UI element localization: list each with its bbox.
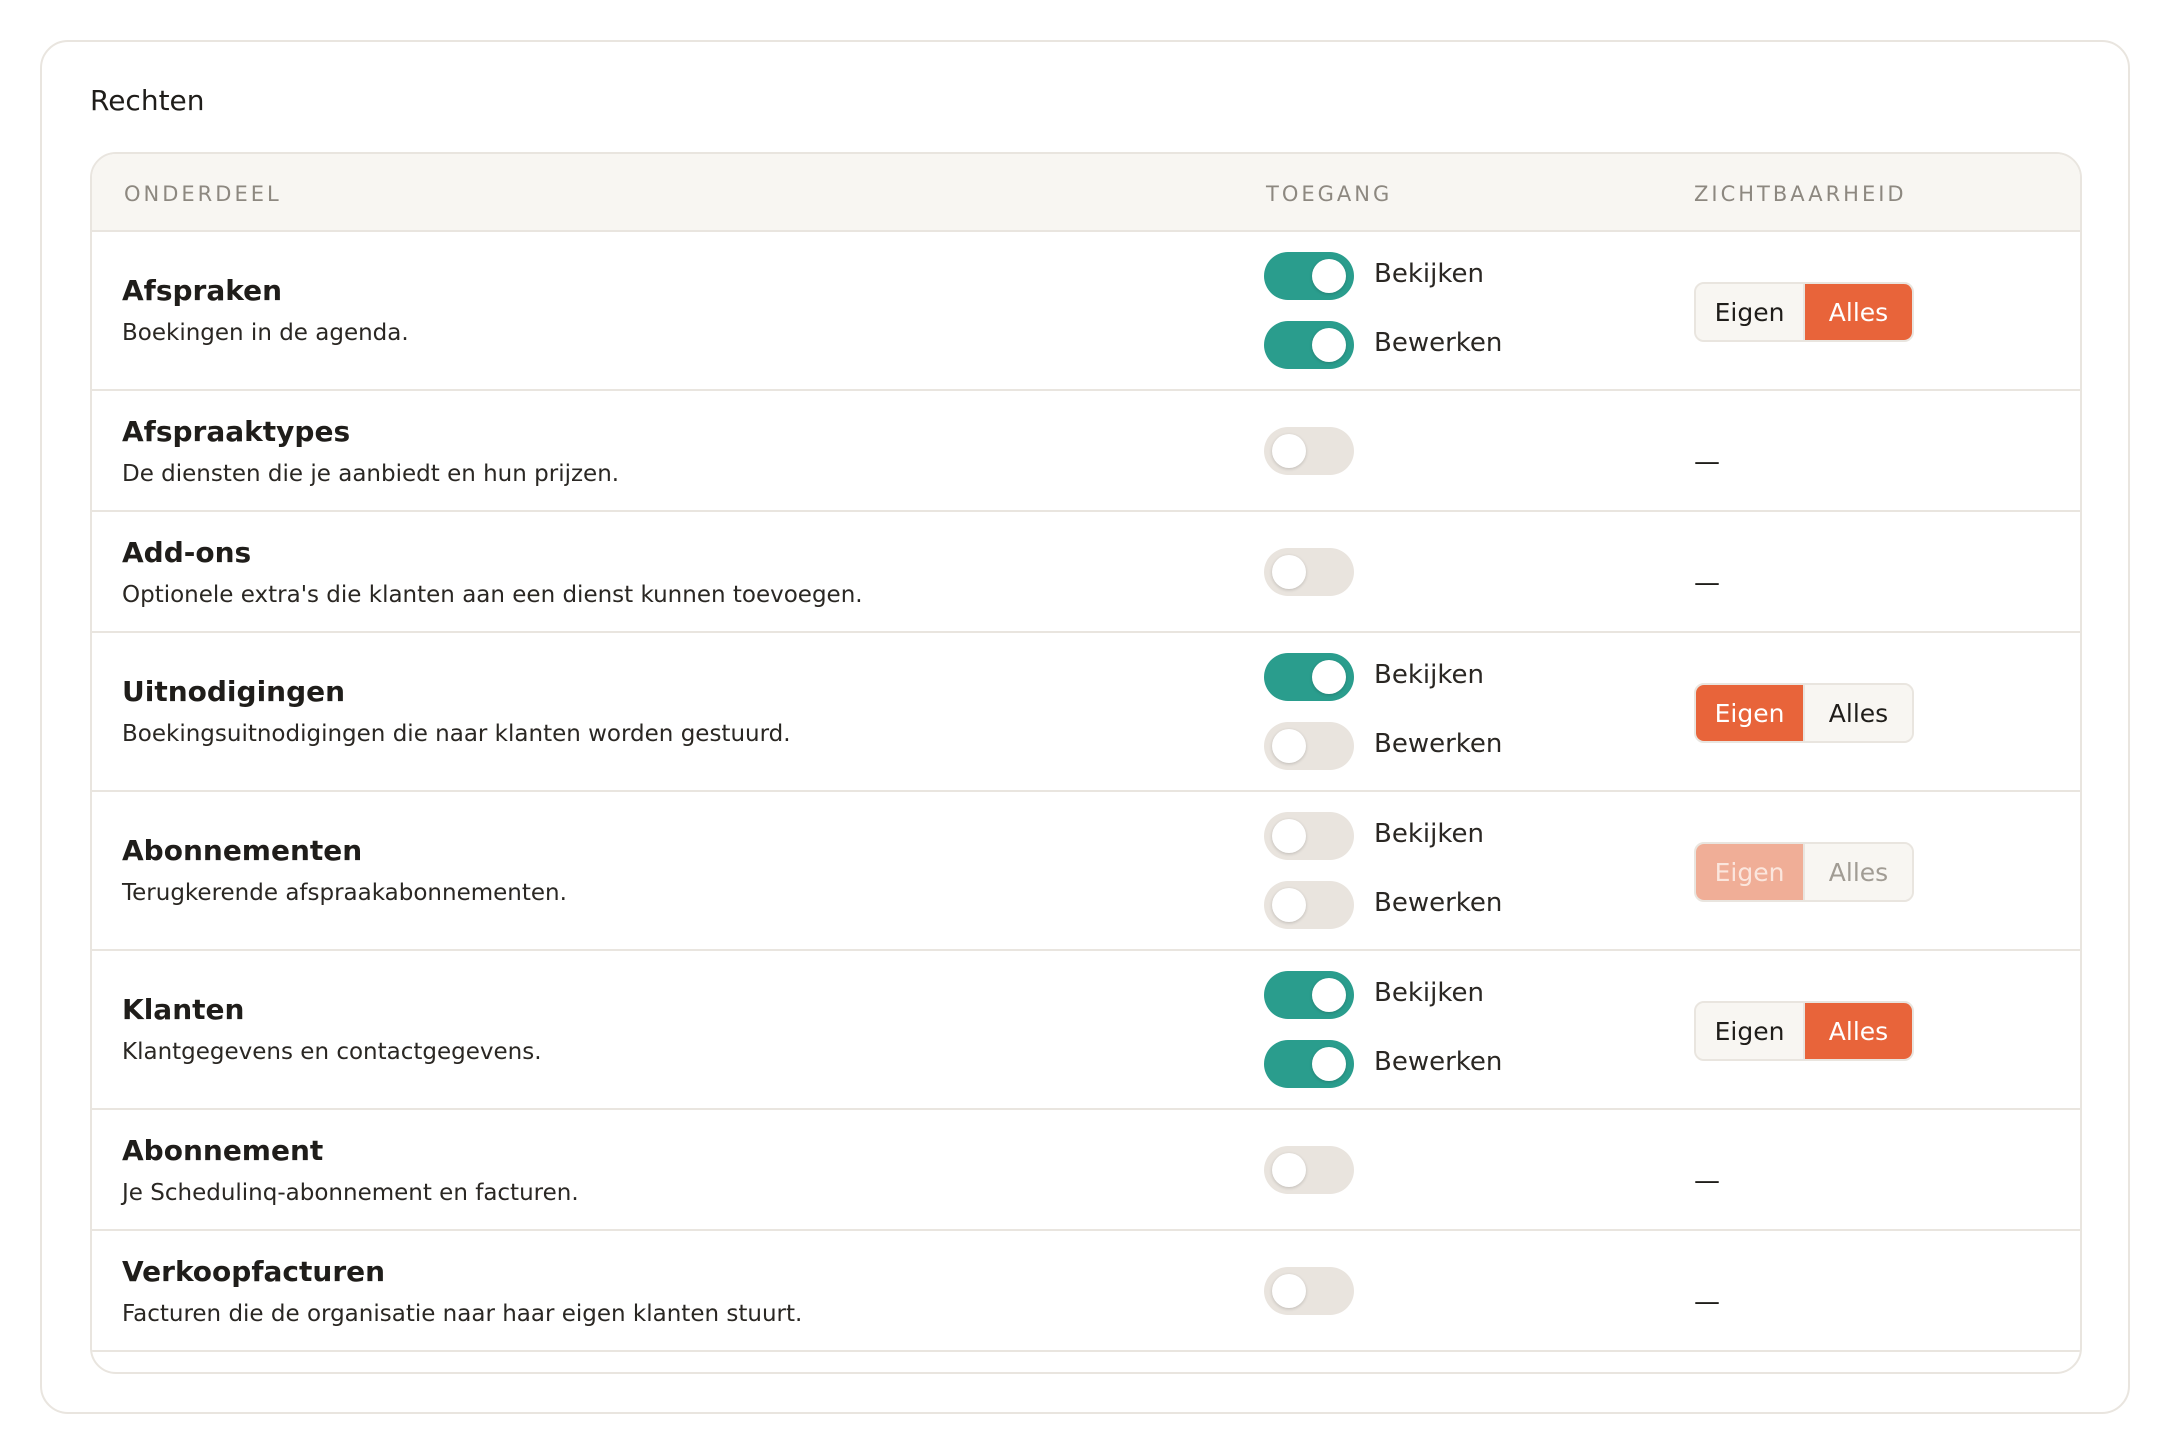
toggle-knob [1312,660,1346,694]
row-name: Abonnement [122,1134,324,1167]
table-header: ONDERDEEL TOEGANG ZICHTBAARHEID [92,154,2080,232]
view-toggle[interactable] [1264,252,1354,300]
permissions-table: ONDERDEEL TOEGANG ZICHTBAARHEID Afsprake… [90,152,2082,1374]
visibility-all-option: Alles [1803,844,1912,900]
edit-label: Bewerken [1374,729,1503,759]
row-name: Add-ons [122,536,252,569]
visibility-own-option: Eigen [1696,844,1803,900]
visibility-none: — [1694,447,1720,477]
row-name: Uitnodigingen [122,675,346,708]
visibility-segmented-control: Eigen Alles [1694,842,1914,902]
table-row: Klanten Klantgegevens en contactgegevens… [92,951,2080,1110]
toggle-knob [1312,978,1346,1012]
view-toggle[interactable] [1264,812,1354,860]
row-name: Verkoopfacturen [122,1255,386,1288]
toggle-knob [1272,555,1306,589]
table-row: Add-ons Optionele extra's die klanten aa… [92,512,2080,633]
table-row: Abonnementen Terugkerende afspraakabonne… [92,792,2080,951]
visibility-all-option[interactable]: Alles [1803,1003,1912,1059]
row-description: Facturen die de organisatie naar haar ei… [122,1301,803,1327]
toggle-knob [1272,1153,1306,1187]
table-row: Abonnement Je Schedulinq-abonnement en f… [92,1110,2080,1231]
view-toggle[interactable] [1264,653,1354,701]
row-description: Optionele extra's die klanten aan een di… [122,582,863,608]
visibility-none: — [1694,568,1720,598]
toggle-knob [1272,434,1306,468]
access-toggle[interactable] [1264,548,1354,596]
view-label: Bekijken [1374,660,1484,690]
toggle-knob [1312,259,1346,293]
view-label: Bekijken [1374,819,1484,849]
visibility-none: — [1694,1287,1720,1317]
edit-label: Bewerken [1374,328,1503,358]
table-row: Afspraaktypes De diensten die je aanbied… [92,391,2080,512]
row-description: Boekingsuitnodigingen die naar klanten w… [122,721,791,747]
access-toggle[interactable] [1264,1146,1354,1194]
toggle-knob [1272,1274,1306,1308]
toggle-knob [1312,1047,1346,1081]
visibility-segmented-control: Eigen Alles [1694,282,1914,342]
column-header-onderdeel: ONDERDEEL [124,182,282,206]
visibility-all-option[interactable]: Alles [1803,685,1912,741]
edit-toggle[interactable] [1264,722,1354,770]
toggle-knob [1272,729,1306,763]
view-toggle[interactable] [1264,971,1354,1019]
visibility-none: — [1694,1166,1720,1196]
view-label: Bekijken [1374,259,1484,289]
visibility-own-option[interactable]: Eigen [1696,685,1803,741]
column-header-toegang: TOEGANG [1266,182,1393,206]
toggle-knob [1272,888,1306,922]
edit-label: Bewerken [1374,888,1503,918]
access-toggle[interactable] [1264,1267,1354,1315]
row-name: Klanten [122,993,245,1026]
table-row: Verkoopfacturen Facturen die de organisa… [92,1231,2080,1352]
row-name: Abonnementen [122,834,363,867]
visibility-own-option[interactable]: Eigen [1696,1003,1803,1059]
visibility-all-option[interactable]: Alles [1803,284,1912,340]
visibility-segmented-control: Eigen Alles [1694,683,1914,743]
toggle-knob [1272,819,1306,853]
row-description: Boekingen in de agenda. [122,320,409,346]
toggle-knob [1312,328,1346,362]
edit-label: Bewerken [1374,1047,1503,1077]
row-description: Klantgegevens en contactgegevens. [122,1039,542,1065]
edit-toggle[interactable] [1264,881,1354,929]
view-label: Bekijken [1374,978,1484,1008]
card-title: Rechten [90,84,205,117]
visibility-own-option[interactable]: Eigen [1696,284,1803,340]
column-header-zichtbaarheid: ZICHTBAARHEID [1694,182,1907,206]
table-row: Uitnodigingen Boekingsuitnodigingen die … [92,633,2080,792]
permissions-card: Rechten ONDERDEEL TOEGANG ZICHTBAARHEID … [40,40,2130,1414]
row-description: Je Schedulinq-abonnement en facturen. [122,1180,579,1206]
row-description: De diensten die je aanbiedt en hun prijz… [122,461,620,487]
edit-toggle[interactable] [1264,1040,1354,1088]
row-name: Afspraken [122,274,283,307]
row-description: Terugkerende afspraakabonnementen. [122,880,567,906]
row-name: Afspraaktypes [122,415,351,448]
access-toggle[interactable] [1264,427,1354,475]
visibility-segmented-control: Eigen Alles [1694,1001,1914,1061]
edit-toggle[interactable] [1264,321,1354,369]
table-row: Afspraken Boekingen in de agenda. Bekijk… [92,232,2080,391]
